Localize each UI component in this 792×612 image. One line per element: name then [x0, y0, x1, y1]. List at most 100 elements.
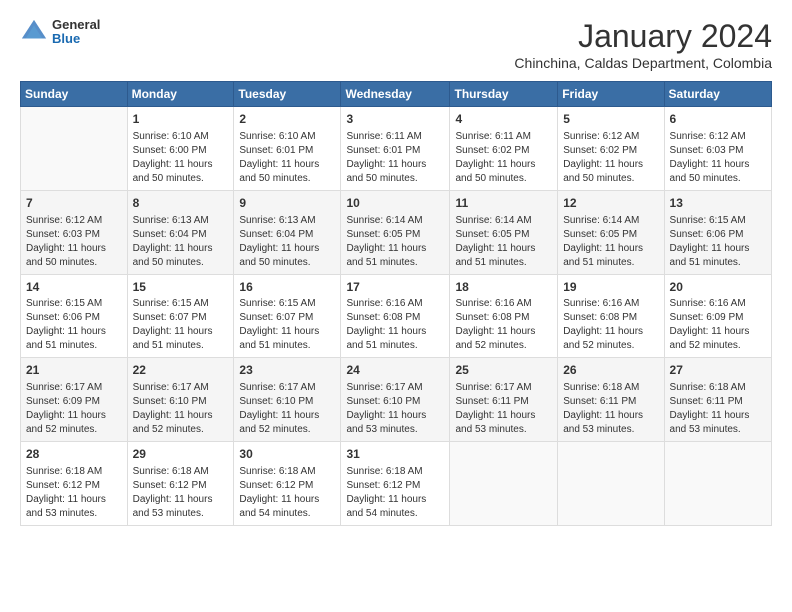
calendar-cell: 13Sunrise: 6:15 AMSunset: 6:06 PMDayligh… [664, 190, 771, 274]
calendar-cell: 12 Sunrise: 6:14 AM Sunset: 6:05 PM Dayligh… [558, 190, 664, 274]
logo: General Blue [20, 18, 100, 47]
day-number: 30 [239, 446, 335, 463]
calendar-cell: 7Sunrise: 6:12 AMSunset: 6:03 PMDaylight… [21, 190, 128, 274]
day-number: 6 [670, 111, 766, 128]
calendar-cell: 27Sunrise: 6:18 AMSunset: 6:11 PMDayligh… [664, 358, 771, 442]
calendar-week-row: 1 Sunrise: 6:10 AM Sunset: 6:00 PM Daylight… [21, 107, 772, 191]
sunset: Sunset: 6:08 PM [563, 312, 637, 323]
day-number: 12 [563, 195, 658, 212]
sunset: Sunset: 6:11 PM [455, 396, 528, 407]
sunrise: Sunrise: 6:15 AM [133, 298, 209, 309]
sunrise: Sunrise: 6:17 AM [26, 382, 102, 393]
daylight: Daylight: 11 hours and 52 minutes. [133, 410, 213, 435]
sunrise: Sunrise: 6:11 AM [346, 131, 421, 142]
sunrise: Sunrise: 6:15 AM [670, 215, 746, 226]
daylight: Daylight: 11 hours and 51 minutes. [346, 326, 426, 351]
day-number: 22 [133, 362, 229, 379]
daylight: Daylight: 11 hours and 54 minutes. [239, 494, 319, 519]
sunset: Sunset: 6:07 PM [239, 312, 313, 323]
calendar-header-row: SundayMondayTuesdayWednesdayThursdayFrid… [21, 82, 772, 107]
daylight: Daylight: 11 hours and 51 minutes. [563, 243, 643, 268]
sunset: Sunset: 6:12 PM [133, 480, 207, 491]
calendar-cell: 30Sunrise: 6:18 AMSunset: 6:12 PMDayligh… [234, 442, 341, 526]
calendar-cell: 2Sunrise: 6:10 AMSunset: 6:01 PMDaylight… [234, 107, 341, 191]
daylight: Daylight: 11 hours and 50 minutes. [133, 159, 213, 184]
day-number: 15 [133, 279, 229, 296]
sunset: Sunset: 6:08 PM [346, 312, 420, 323]
calendar-week-row: 7Sunrise: 6:12 AMSunset: 6:03 PMDaylight… [21, 190, 772, 274]
calendar-cell: 28Sunrise: 6:18 AMSunset: 6:12 PMDayligh… [21, 442, 128, 526]
logo-text: General Blue [52, 18, 100, 47]
sunrise: Sunrise: 6:17 AM [133, 382, 209, 393]
calendar-cell: 16Sunrise: 6:15 AMSunset: 6:07 PMDayligh… [234, 274, 341, 358]
sunset: Sunset: 6:05 PM [346, 229, 420, 240]
day-number: 13 [670, 195, 766, 212]
calendar-cell: 10Sunrise: 6:14 AMSunset: 6:05 PMDayligh… [341, 190, 450, 274]
daylight: Daylight: 11 hours and 53 minutes. [26, 494, 106, 519]
weekday-header: Friday [558, 82, 664, 107]
sunrise: Sunrise: 6:14 AM [455, 215, 531, 226]
sunrise: Sunrise: 6:16 AM [670, 298, 746, 309]
daylight: Daylight: 11 hours and 52 minutes. [670, 326, 750, 351]
day-number: 9 [239, 195, 335, 212]
sunset: Sunset: 6:09 PM [670, 312, 744, 323]
daylight: Daylight: 11 hours and 53 minutes. [563, 410, 643, 435]
daylight: Daylight: 11 hours and 51 minutes. [346, 243, 426, 268]
day-number: 18 [455, 279, 552, 296]
calendar-cell [558, 442, 664, 526]
sunrise: Sunrise: 6:17 AM [346, 382, 422, 393]
sunset: Sunset: 6:03 PM [670, 145, 744, 156]
calendar-cell: 31Sunrise: 6:18 AMSunset: 6:12 PMDayligh… [341, 442, 450, 526]
sunset: Sunset: 6:05 PM [563, 229, 637, 240]
calendar-cell: 6 Sunrise: 6:12 AM Sunset: 6:03 PM Daylight… [664, 107, 771, 191]
day-number: 16 [239, 279, 335, 296]
calendar-cell: 20Sunrise: 6:16 AMSunset: 6:09 PMDayligh… [664, 274, 771, 358]
sunset: Sunset: 6:11 PM [670, 396, 743, 407]
sunset: Sunset: 6:04 PM [133, 229, 207, 240]
sunrise: Sunrise: 6:13 AM [133, 215, 209, 226]
calendar-cell: 4Sunrise: 6:11 AMSunset: 6:02 PMDaylight… [450, 107, 558, 191]
day-number: 17 [346, 279, 444, 296]
sunset: Sunset: 6:02 PM [455, 145, 529, 156]
daylight: Daylight: 11 hours and 51 minutes. [455, 243, 535, 268]
day-number: 1 [133, 111, 229, 128]
daylight: Daylight: 11 hours and 50 minutes. [670, 159, 750, 184]
sunrise: Sunrise: 6:12 AM [670, 131, 746, 142]
sunrise: Sunrise: 6:17 AM [239, 382, 315, 393]
sunrise: Sunrise: 6:10 AM [133, 131, 209, 142]
sunset: Sunset: 6:10 PM [133, 396, 207, 407]
daylight: Daylight: 11 hours and 53 minutes. [455, 410, 535, 435]
sunset: Sunset: 6:10 PM [346, 396, 420, 407]
daylight: Daylight: 11 hours and 50 minutes. [455, 159, 535, 184]
sunrise: Sunrise: 6:18 AM [346, 466, 422, 477]
day-number: 26 [563, 362, 658, 379]
daylight: Daylight: 11 hours and 50 minutes. [239, 159, 319, 184]
weekday-header: Thursday [450, 82, 558, 107]
daylight: Daylight: 11 hours and 50 minutes. [133, 243, 213, 268]
daylight: Daylight: 11 hours and 53 minutes. [133, 494, 213, 519]
day-number: 21 [26, 362, 122, 379]
sunrise: Sunrise: 6:17 AM [455, 382, 531, 393]
calendar-cell: 25Sunrise: 6:17 AMSunset: 6:11 PMDayligh… [450, 358, 558, 442]
daylight: Daylight: 11 hours and 50 minutes. [346, 159, 426, 184]
day-number: 28 [26, 446, 122, 463]
sunrise: Sunrise: 6:18 AM [563, 382, 639, 393]
sunset: Sunset: 6:05 PM [455, 229, 529, 240]
daylight: Daylight: 11 hours and 53 minutes. [346, 410, 426, 435]
sunset: Sunset: 6:02 PM [563, 145, 637, 156]
weekday-header: Saturday [664, 82, 771, 107]
sunrise: Sunrise: 6:15 AM [239, 298, 315, 309]
daylight: Daylight: 11 hours and 53 minutes. [670, 410, 750, 435]
sunset: Sunset: 6:11 PM [563, 396, 636, 407]
daylight: Daylight: 11 hours and 52 minutes. [239, 410, 319, 435]
sunrise: Sunrise: 6:10 AM [239, 131, 315, 142]
day-number: 3 [346, 111, 444, 128]
calendar-cell: 18Sunrise: 6:16 AMSunset: 6:08 PMDayligh… [450, 274, 558, 358]
sunset: Sunset: 6:08 PM [455, 312, 529, 323]
day-number: 7 [26, 195, 122, 212]
sunset: Sunset: 6:06 PM [670, 229, 744, 240]
weekday-header: Sunday [21, 82, 128, 107]
sunset: Sunset: 6:00 PM [133, 145, 207, 156]
sunset: Sunset: 6:10 PM [239, 396, 313, 407]
sunrise: Sunrise: 6:14 AM [563, 215, 639, 226]
